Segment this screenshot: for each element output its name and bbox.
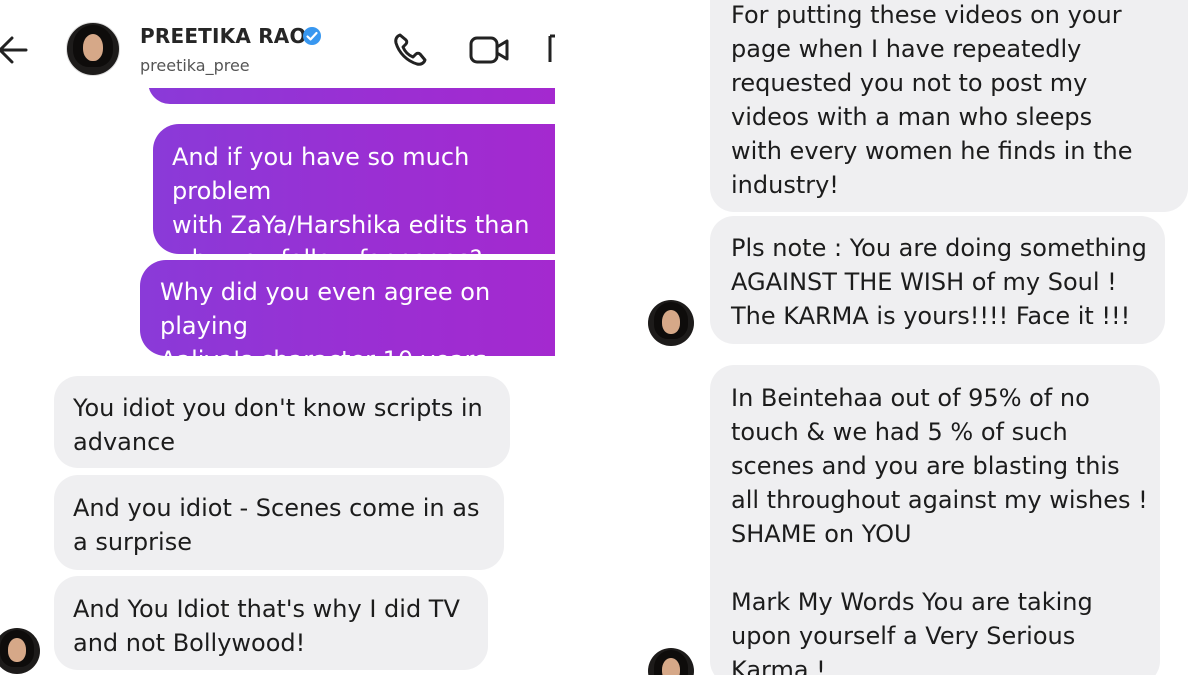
back-arrow-icon[interactable] bbox=[0, 30, 30, 70]
info-icon[interactable] bbox=[546, 32, 555, 66]
left-chat-screenshot: PREETIKA RAO preetika_pree And if you ha… bbox=[0, 0, 555, 675]
video-call-icon[interactable] bbox=[468, 32, 510, 68]
right-chat-screenshot: For putting these videos on your page wh… bbox=[635, 0, 1200, 675]
sender-avatar[interactable] bbox=[648, 300, 694, 346]
received-message-bubble: And You Idiot that's why I did TV and no… bbox=[54, 576, 488, 670]
sent-message-bubble: And if you have so much problem with ZaY… bbox=[153, 124, 555, 273]
received-message-bubble: For putting these videos on your page wh… bbox=[710, 0, 1188, 212]
sender-avatar[interactable] bbox=[648, 648, 694, 675]
received-message-bubble: And you idiot - Scenes come in as a surp… bbox=[54, 475, 504, 570]
sent-message-bubble: Why did you even agree on playing Aaliya… bbox=[140, 260, 555, 408]
chat-header: PREETIKA RAO preetika_pree bbox=[0, 0, 555, 88]
contact-name[interactable]: PREETIKA RAO bbox=[140, 24, 307, 48]
contact-username: preetika_pree bbox=[140, 56, 250, 75]
phone-call-icon[interactable] bbox=[390, 30, 430, 70]
received-message-bubble: Pls note : You are doing something AGAIN… bbox=[710, 216, 1165, 344]
received-message-bubble: In Beintehaa out of 95% of no touch & we… bbox=[710, 365, 1160, 675]
profile-avatar[interactable] bbox=[66, 22, 120, 76]
received-message-bubble: You idiot you don't know scripts in adva… bbox=[54, 376, 510, 468]
sender-avatar[interactable] bbox=[0, 628, 40, 674]
verified-badge-icon bbox=[303, 27, 321, 45]
